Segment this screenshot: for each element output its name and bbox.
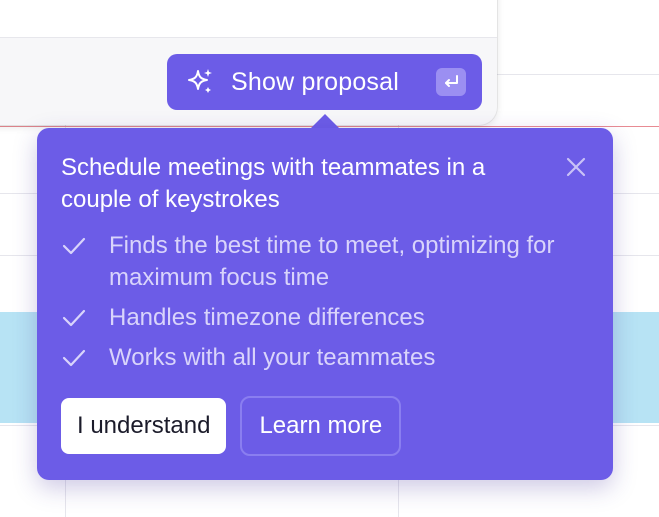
list-item: Finds the best time to meet, optimizing … [61,230,581,294]
enter-key-icon [436,68,466,96]
feature-text: Handles timezone differences [109,304,425,331]
feature-text: Finds the best time to meet, optimizing … [109,232,555,291]
sparkles-icon [185,67,215,97]
i-understand-button[interactable]: I understand [61,398,227,454]
show-proposal-label: Show proposal [231,67,399,96]
feature-list: Finds the best time to meet, optimizing … [61,230,581,382]
close-icon[interactable] [563,154,589,180]
feature-text: Works with all your teammates [109,344,436,371]
list-item: Handles timezone differences [61,302,581,334]
popover-caret [311,114,339,128]
popover-title: Schedule meetings with teammates in a co… [61,154,486,213]
learn-more-button[interactable]: Learn more [240,396,402,456]
check-icon [61,342,91,374]
onboarding-popover: Schedule meetings with teammates in a co… [37,128,613,480]
check-icon [61,302,91,334]
popover-actions: I understand Learn more [61,396,402,456]
composer-input-area[interactable] [0,0,497,38]
list-item: Works with all your teammates [61,342,581,374]
check-icon [61,230,91,262]
show-proposal-button[interactable]: Show proposal [167,54,482,110]
